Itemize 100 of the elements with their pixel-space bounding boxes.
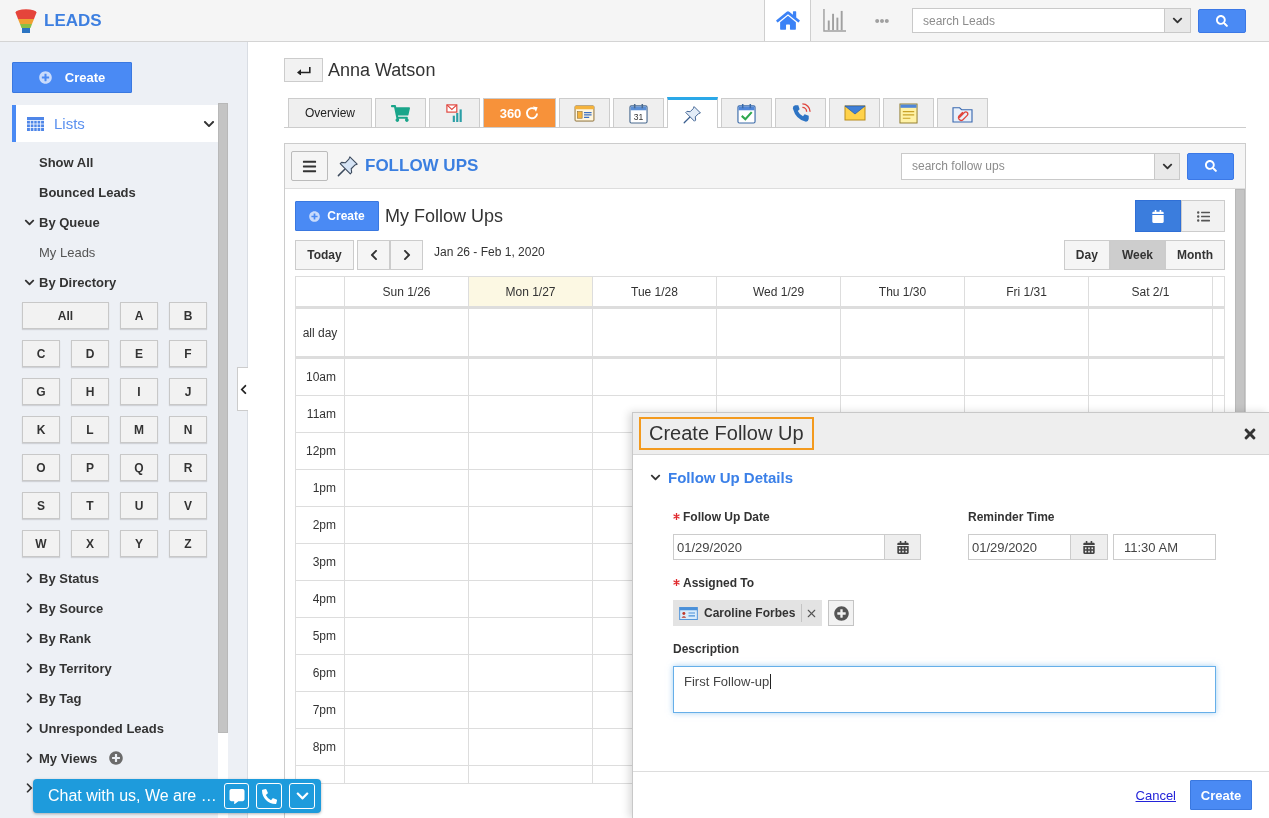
today-button[interactable]: Today <box>295 240 354 270</box>
record-tab[interactable] <box>829 98 880 127</box>
search-field[interactable]: search Leads <box>912 8 1165 33</box>
letter-button[interactable]: D <box>71 340 109 367</box>
add-button[interactable] <box>828 600 855 626</box>
section-toggle[interactable]: Follow Up Details <box>650 469 793 486</box>
letter-button[interactable]: J <box>169 378 207 405</box>
minimize-button[interactable] <box>289 783 315 809</box>
panel-title: FOLLOW UPS <box>365 156 480 176</box>
back-button[interactable] <box>284 58 323 82</box>
field-label: Follow Up Date <box>683 509 770 524</box>
time-label: 6pm <box>296 655 345 691</box>
home-button[interactable] <box>764 0 811 41</box>
sidebar-group[interactable]: My Views <box>24 750 98 766</box>
chat-button[interactable] <box>223 783 250 809</box>
letter-button[interactable]: E <box>120 340 158 367</box>
record-tab[interactable]: 31 <box>613 98 664 127</box>
letter-button[interactable]: W <box>22 530 60 557</box>
day-header: Mon 1/27 <box>469 277 593 306</box>
dropdown-button[interactable] <box>1155 152 1180 180</box>
letter-button[interactable]: Z <box>169 530 207 557</box>
previous-button[interactable] <box>357 240 390 270</box>
chat-text: Chat with us, We are … <box>48 787 217 805</box>
call-button[interactable] <box>256 783 283 809</box>
sidebar-item[interactable]: Show All <box>39 154 94 170</box>
sidebar-group[interactable]: By Territory <box>24 660 112 676</box>
letter-button[interactable]: L <box>71 416 109 443</box>
record-tab[interactable] <box>429 98 480 127</box>
record-tab[interactable] <box>775 98 826 127</box>
period-button[interactable]: Day <box>1063 240 1110 270</box>
letter-button[interactable]: P <box>71 454 109 481</box>
home-icon <box>775 10 800 31</box>
letter-button[interactable]: I <box>120 378 158 405</box>
next-button[interactable] <box>390 240 423 270</box>
time-label: 5pm <box>296 618 345 654</box>
record-tab[interactable] <box>667 97 718 128</box>
letter-button[interactable]: M <box>120 416 158 443</box>
cart-icon <box>391 104 410 122</box>
date-picker-button[interactable] <box>1071 534 1108 560</box>
letter-button[interactable]: S <box>22 492 60 519</box>
letter-button[interactable]: R <box>169 454 207 481</box>
time-label: 12pm <box>296 433 345 469</box>
letter-button[interactable]: Y <box>120 530 158 557</box>
sidebar-group[interactable]: By Source <box>24 600 104 616</box>
sidebar-group[interactable]: By Rank <box>24 630 92 646</box>
letter-button[interactable]: Q <box>120 454 158 481</box>
sidebar-subitem[interactable]: My Leads <box>39 244 96 260</box>
assignee-name: Caroline Forbes <box>704 606 796 620</box>
date-field[interactable]: 01/29/2020 <box>968 534 1071 560</box>
menu-icon <box>301 158 318 174</box>
sidebar-group[interactable]: By Tag <box>24 690 82 706</box>
record-tab[interactable] <box>721 98 772 127</box>
period-button[interactable]: Month <box>1165 240 1225 270</box>
letter-button[interactable]: U <box>120 492 158 519</box>
calendar-icon <box>1083 540 1095 554</box>
time-label: 10am <box>296 359 345 395</box>
letter-button[interactable]: C <box>22 340 60 367</box>
view-toggle-button[interactable] <box>1135 200 1181 232</box>
letter-button[interactable]: O <box>22 454 60 481</box>
chevron-left-icon <box>369 249 378 261</box>
search-icon <box>1204 160 1217 172</box>
sidebar-item[interactable]: Bounced Leads <box>39 184 136 200</box>
record-tab[interactable] <box>559 98 610 127</box>
letter-button[interactable]: T <box>71 492 109 519</box>
letter-button[interactable]: B <box>169 302 207 329</box>
sidebar-group[interactable]: Unresponded Leads <box>24 720 164 736</box>
time-label: 8pm <box>296 729 345 765</box>
sidebar-group[interactable]: By Queue <box>24 214 100 230</box>
search-button[interactable] <box>1198 8 1246 33</box>
search-button[interactable] <box>1187 152 1234 180</box>
letter-button[interactable]: K <box>22 416 60 443</box>
sidebar-toggle-button[interactable] <box>237 367 248 411</box>
letter-button[interactable]: G <box>22 378 60 405</box>
note-icon <box>899 102 918 124</box>
calendar-check-icon <box>737 102 756 124</box>
date-picker-button[interactable] <box>885 534 921 560</box>
letter-button[interactable]: All <box>22 302 109 329</box>
sidebar-group[interactable]: By Status <box>24 570 99 586</box>
record-tab[interactable] <box>883 98 934 127</box>
sidebar-group[interactable]: By Directory <box>24 274 117 290</box>
letter-button[interactable]: F <box>169 340 207 367</box>
letter-button[interactable]: X <box>71 530 109 557</box>
dropdown-button[interactable] <box>1165 8 1191 33</box>
envelope-chart-icon <box>445 104 464 122</box>
letter-button[interactable]: N <box>169 416 207 443</box>
record-tab[interactable] <box>937 98 988 127</box>
search-field[interactable]: search follow ups <box>901 152 1155 180</box>
dialog-title: Create Follow Up <box>639 417 814 450</box>
letter-button[interactable]: H <box>71 378 109 405</box>
period-button[interactable]: Week <box>1109 240 1165 270</box>
date-field[interactable]: 01/29/2020 <box>673 534 885 560</box>
record-tab[interactable]: Overview <box>288 98 372 127</box>
letter-button[interactable]: V <box>169 492 207 519</box>
bar-chart-icon <box>823 9 846 32</box>
time-field[interactable]: 11:30 AM <box>1113 534 1216 560</box>
letter-button[interactable]: A <box>120 302 158 329</box>
menu-button[interactable] <box>291 151 328 181</box>
description-field[interactable]: First Follow-up <box>673 666 1216 713</box>
record-tab[interactable] <box>375 98 426 127</box>
cancel-link[interactable]: Cancel <box>1135 787 1176 803</box>
